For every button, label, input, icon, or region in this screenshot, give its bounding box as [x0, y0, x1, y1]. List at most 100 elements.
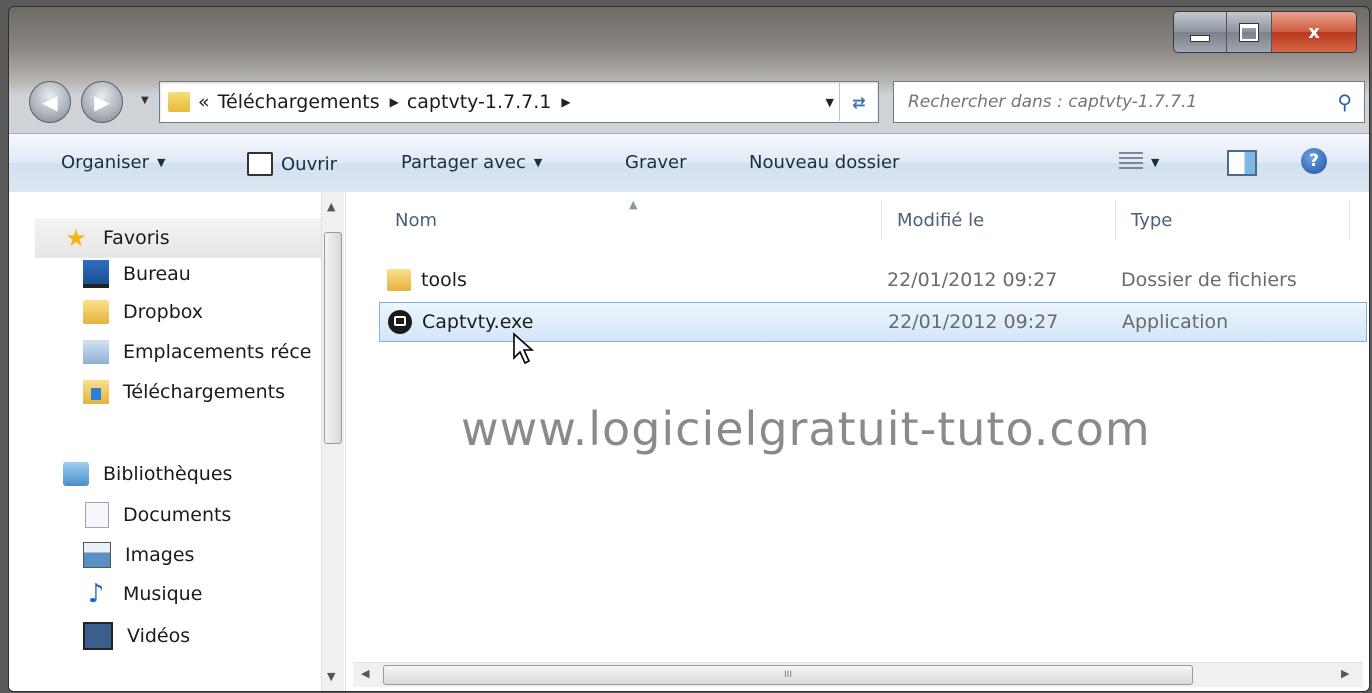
column-header-name[interactable]: Nom: [395, 210, 437, 231]
breadcrumb-captvty[interactable]: captvty-1.7.7.1: [407, 91, 552, 113]
recent-places-icon: [83, 340, 109, 364]
navigation-bar: ◀ ▶ ▼ « Téléchargements ▶ captvty-1.7.7.…: [9, 71, 1369, 123]
navigation-pane: ★ Favoris Bureau Dropbox Emplacements ré…: [9, 192, 346, 691]
new-folder-label: Nouveau dossier: [749, 152, 900, 173]
file-type: Dossier de fichiers: [1121, 269, 1297, 291]
breadcrumb-overflow[interactable]: «: [198, 91, 210, 113]
open-label: Ouvrir: [281, 153, 338, 175]
address-bar[interactable]: « Téléchargements ▶ captvty-1.7.7.1 ▶ ▼ …: [159, 81, 879, 123]
file-type: Application: [1122, 311, 1229, 333]
libraries-icon: [63, 462, 89, 486]
file-name: Captvty.exe: [422, 311, 534, 333]
breadcrumb-separator-icon[interactable]: ▶: [561, 95, 570, 109]
column-divider[interactable]: [1115, 200, 1116, 240]
sidebar-item-label: Emplacements récents: [123, 341, 313, 363]
close-icon: x: [1308, 21, 1320, 43]
sidebar-item-label: Vidéos: [127, 625, 191, 647]
file-list: Nom ▲ Modifié le Type tools 22/01/2012 0…: [349, 192, 1367, 691]
sidebar-item-label: Bureau: [123, 263, 191, 285]
search-box[interactable]: ⚲: [893, 81, 1365, 123]
sidebar-item-dropbox[interactable]: Dropbox: [83, 300, 393, 324]
folder-icon: [83, 300, 109, 324]
refresh-icon: ⇄: [852, 92, 866, 112]
chevron-down-icon: ▼: [156, 156, 166, 169]
chevron-down-icon: ▼: [533, 156, 543, 169]
mouse-cursor-icon: [513, 332, 535, 365]
breadcrumb-separator-icon[interactable]: ▶: [390, 95, 399, 109]
open-icon: [247, 152, 273, 176]
sidebar-item-images[interactable]: Images: [83, 542, 393, 568]
forward-button[interactable]: ▶: [81, 81, 123, 123]
sidebar-item-music[interactable]: ♪ Musique: [83, 582, 393, 606]
downloads-icon: [83, 380, 109, 404]
burn-button[interactable]: Graver: [625, 152, 687, 173]
change-view-button[interactable]: ▼: [1119, 152, 1159, 172]
scroll-up-icon[interactable]: ▲: [327, 200, 335, 213]
star-icon: ★: [65, 224, 87, 252]
scroll-down-icon[interactable]: ▼: [327, 670, 335, 683]
open-button[interactable]: Ouvrir: [247, 152, 337, 176]
horizontal-scrollbar[interactable]: ◀ III ▶: [353, 662, 1363, 687]
explorer-window: x ◀ ▶ ▼ « Téléchargements ▶ captvty-1.7.…: [8, 6, 1370, 692]
back-arrow-icon: ◀: [42, 90, 58, 114]
sidebar-item-recent-places[interactable]: Emplacements récents: [83, 340, 313, 364]
application-icon: [388, 310, 412, 334]
organize-button[interactable]: Organiser ▼: [61, 152, 165, 173]
folder-icon: [387, 269, 411, 291]
file-modified: 22/01/2012 09:27: [888, 311, 1059, 333]
music-icon: ♪: [87, 582, 105, 606]
sidebar-item-label: Bibliothèques: [103, 463, 233, 485]
sidebar-item-videos[interactable]: Vidéos: [83, 622, 393, 650]
preview-pane-icon: [1227, 150, 1257, 176]
videos-icon: [83, 622, 113, 650]
desktop-icon: [83, 260, 109, 288]
folder-icon: [168, 92, 190, 112]
sidebar-item-label: Téléchargements: [123, 381, 285, 403]
search-input[interactable]: [906, 91, 1310, 113]
sidebar-item-label: Musique: [123, 583, 203, 605]
share-with-button[interactable]: Partager avec ▼: [401, 152, 542, 173]
sidebar-item-label: Favoris: [103, 227, 170, 249]
minimize-button[interactable]: [1174, 12, 1227, 52]
new-folder-button[interactable]: Nouveau dossier: [749, 152, 899, 173]
close-button[interactable]: x: [1272, 12, 1356, 52]
recent-pages-dropdown-icon[interactable]: ▼: [141, 95, 149, 106]
address-dropdown-icon[interactable]: ▼: [826, 96, 834, 109]
refresh-button[interactable]: ⇄: [839, 83, 878, 121]
scrollbar-thumb[interactable]: III: [383, 665, 1193, 685]
column-header-type[interactable]: Type: [1131, 210, 1172, 231]
breadcrumb-downloads[interactable]: Téléchargements: [218, 91, 380, 113]
file-name: tools: [421, 269, 467, 291]
views-icon: [1119, 152, 1143, 172]
sidebar-item-favorites[interactable]: ★ Favoris: [35, 218, 321, 258]
share-label: Partager avec: [401, 152, 526, 173]
preview-pane-button[interactable]: [1227, 150, 1257, 176]
file-modified: 22/01/2012 09:27: [887, 269, 1058, 291]
sidebar-item-label: Images: [125, 544, 195, 566]
scroll-left-icon[interactable]: ◀: [361, 667, 369, 680]
documents-icon: [85, 502, 109, 528]
column-header-modified[interactable]: Modifié le: [897, 210, 984, 231]
sidebar-item-downloads[interactable]: Téléchargements: [83, 380, 393, 404]
sidebar-item-label: Dropbox: [123, 301, 204, 323]
maximize-button[interactable]: [1227, 12, 1272, 52]
help-button[interactable]: ?: [1301, 148, 1327, 174]
command-bar: Organiser ▼ Ouvrir Partager avec ▼ Graver …: [9, 133, 1369, 193]
caption-buttons: x: [1173, 11, 1357, 53]
organize-label: Organiser: [61, 152, 149, 173]
search-icon[interactable]: ⚲: [1337, 90, 1352, 114]
pictures-icon: [83, 542, 111, 568]
column-divider[interactable]: [1349, 200, 1350, 240]
sidebar-item-desktop[interactable]: Bureau: [83, 260, 393, 288]
list-item-tools[interactable]: tools 22/01/2012 09:27 Dossier de fichie…: [379, 260, 1367, 300]
scrollbar-thumb[interactable]: [324, 232, 342, 444]
column-divider[interactable]: [881, 200, 882, 240]
scrollbar-grip: III: [784, 670, 792, 680]
navigation-pane-scrollbar[interactable]: ▲ ▼: [321, 192, 344, 691]
watermark-text: www.logicielgratuit-tuto.com: [461, 402, 1151, 456]
sort-ascending-icon: ▲: [629, 198, 638, 211]
back-button[interactable]: ◀: [29, 81, 71, 123]
minimize-icon: [1190, 34, 1210, 42]
help-icon: ?: [1301, 148, 1327, 174]
scroll-right-icon[interactable]: ▶: [1341, 667, 1349, 680]
